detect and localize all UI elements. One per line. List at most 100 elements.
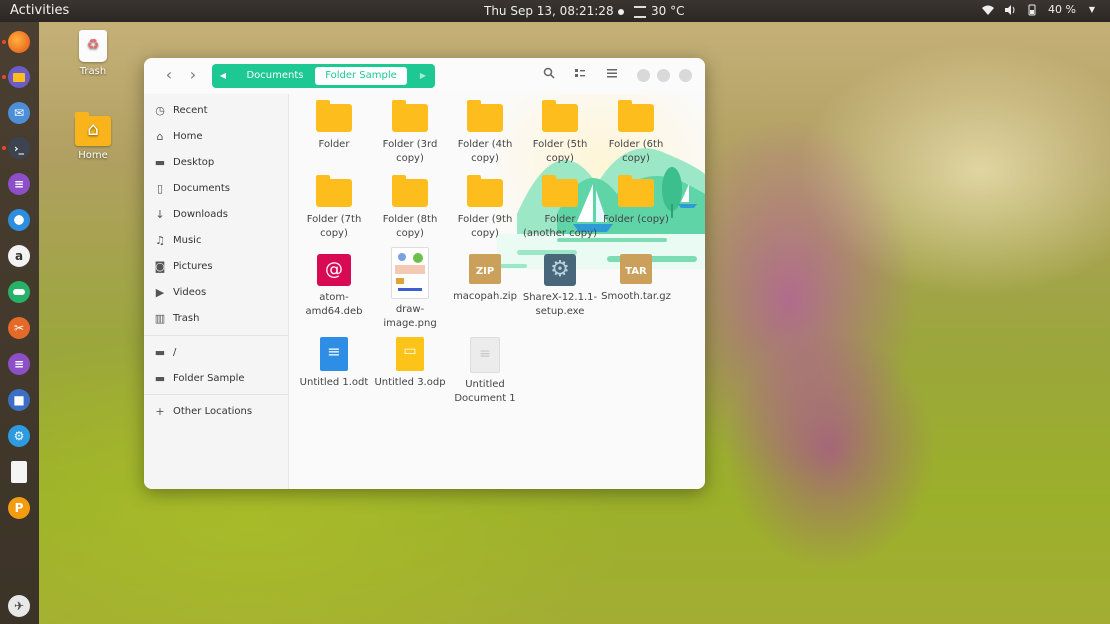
folder-icon — [316, 175, 352, 207]
terminal-icon[interactable]: ›_ — [8, 137, 30, 159]
toggle-app-icon[interactable] — [8, 281, 30, 303]
sidebar-item-music[interactable]: ♫ Music — [152, 230, 201, 250]
file-name: Untitled 1.odt — [299, 377, 369, 388]
search-button[interactable] — [541, 67, 557, 83]
text-file-icon[interactable] — [11, 461, 27, 483]
file-item[interactable]: ⚙ ShareX-12.1.1-setup.exe — [522, 254, 598, 319]
file-item[interactable]: @ atom-amd64.deb — [296, 254, 372, 319]
forward-button[interactable]: › — [184, 66, 202, 84]
file-item[interactable]: Folder (another copy) — [522, 175, 598, 241]
dock: ✉ ›_ ≡ a ✂ ≡ ■ ⚙ P ✈ — [0, 22, 39, 624]
sidebar-item-root[interactable]: ▬ / — [152, 342, 177, 362]
sidebar-item-pictures[interactable]: ◙ Pictures — [152, 256, 213, 276]
sidebar-item-documents[interactable]: ▯ Documents — [152, 178, 230, 198]
mail-icon[interactable]: ✉ — [8, 102, 30, 124]
sidebar-item-recent[interactable]: ◷ Recent — [152, 100, 207, 120]
folder-icon — [392, 175, 428, 207]
sidebar-item-label: Documents — [173, 182, 231, 194]
file-item[interactable]: Folder (8th copy) — [372, 175, 448, 241]
file-item[interactable]: Folder — [296, 100, 372, 152]
tools-icon[interactable]: ✂ — [8, 317, 30, 339]
view-mode-button[interactable] — [572, 67, 588, 83]
system-tray[interactable]: 40 % ▼ — [982, 3, 1098, 16]
amazon-icon[interactable]: a — [8, 245, 30, 267]
maximize-button[interactable] — [657, 69, 670, 82]
path-bar: ◀ Documents Folder Sample ▶ — [212, 64, 435, 88]
editor-icon[interactable]: ≡ — [8, 353, 30, 375]
path-scroll-right-icon[interactable]: ▶ — [416, 64, 430, 88]
plus-icon: + — [155, 404, 165, 418]
file-item[interactable]: Untitled Document 1 — [447, 337, 523, 406]
folder-icon — [467, 175, 503, 207]
desktop-home-label: Home — [78, 150, 108, 161]
video-icon: ▶ — [155, 285, 165, 299]
music-icon: ♫ — [155, 233, 165, 247]
text-document-icon — [320, 337, 348, 371]
weather-indicator[interactable]: 30 °C — [634, 4, 684, 18]
hamburger-icon — [607, 69, 617, 78]
activities-button[interactable]: Activities — [10, 3, 69, 18]
file-item[interactable]: Folder (5th copy) — [522, 100, 598, 166]
debian-package-icon: @ — [317, 254, 351, 286]
file-item[interactable]: Folder (7th copy) — [296, 175, 372, 241]
file-name: atom-amd64.deb — [305, 292, 363, 317]
path-segment-documents[interactable]: Documents — [240, 64, 310, 88]
file-item[interactable]: Folder (4th copy) — [447, 100, 523, 166]
running-indicator — [2, 75, 6, 79]
workspaces-icon[interactable]: ■ — [8, 389, 30, 411]
close-button[interactable] — [679, 69, 692, 82]
battery-text: 40 % — [1048, 3, 1076, 16]
file-item[interactable]: Folder (9th copy) — [447, 175, 523, 241]
camera-icon: ◙ — [154, 259, 166, 273]
list-view-icon — [575, 69, 585, 77]
desktop-trash[interactable]: Trash — [70, 30, 116, 77]
sidebar-item-desktop[interactable]: ▬ Desktop — [152, 152, 214, 172]
download-icon: ↓ — [155, 207, 165, 221]
sidebar-divider — [144, 335, 288, 336]
sidebar-item-home[interactable]: ⌂ Home — [152, 126, 203, 146]
clock-icon: ◷ — [155, 103, 165, 117]
notification-dot-icon — [617, 8, 624, 15]
minimize-button[interactable] — [637, 69, 650, 82]
folder-icon: ▬ — [154, 155, 166, 169]
image-thumbnail-icon — [391, 247, 429, 299]
tar-archive-icon: TAR — [620, 254, 652, 284]
file-item[interactable]: Folder (3rd copy) — [372, 100, 448, 166]
volume-icon — [1004, 4, 1016, 16]
zip-archive-icon: ZIP — [469, 254, 501, 284]
file-item[interactable]: Untitled 3.odp — [372, 337, 448, 390]
document-icon[interactable]: ≡ — [8, 173, 30, 195]
back-button[interactable]: ‹ — [160, 66, 178, 84]
pidgin-icon[interactable]: P — [8, 497, 30, 519]
file-name: Folder (5th copy) — [532, 139, 588, 164]
folder-icon — [618, 175, 654, 207]
sidebar-item-label: Folder Sample — [173, 372, 245, 384]
sidebar-item-folder-sample[interactable]: ▬ Folder Sample — [152, 368, 245, 388]
sidebar-item-other-locations[interactable]: + Other Locations — [152, 401, 252, 421]
rocket-icon[interactable]: ✈ — [8, 595, 30, 617]
file-item[interactable]: Untitled 1.odt — [296, 337, 372, 390]
sidebar-item-downloads[interactable]: ↓ Downloads — [152, 204, 228, 224]
menu-button[interactable] — [604, 67, 620, 83]
file-name: Folder (4th copy) — [457, 139, 513, 164]
sidebar-item-trash[interactable]: ▥ Trash — [152, 308, 200, 328]
settings-icon[interactable]: ⚙ — [8, 425, 30, 447]
file-item[interactable]: TAR Smooth.tar.gz — [598, 254, 674, 304]
path-segment-current[interactable]: Folder Sample — [315, 67, 407, 85]
chromium-icon[interactable] — [8, 209, 30, 231]
sidebar-item-videos[interactable]: ▶ Videos — [152, 282, 206, 302]
files-icon[interactable] — [8, 66, 30, 88]
clock[interactable]: Thu Sep 13, 08:21:28 — [484, 4, 624, 18]
file-name: Smooth.tar.gz — [601, 291, 671, 302]
file-item[interactable]: Folder (copy) — [598, 175, 674, 227]
firefox-icon[interactable] — [8, 31, 30, 53]
file-item[interactable]: draw-image.png — [372, 247, 448, 331]
file-view: Folder Folder (3rd copy) Folder (4th cop… — [289, 94, 705, 489]
file-name: Folder (9th copy) — [457, 214, 513, 239]
file-item[interactable]: ZIP macopah.zip — [447, 254, 523, 304]
path-scroll-left-icon[interactable]: ◀ — [216, 64, 230, 88]
file-item[interactable]: Folder (6th copy) — [598, 100, 674, 166]
folder-icon: ▬ — [154, 371, 166, 385]
desktop-home[interactable]: Home — [70, 112, 116, 161]
sidebar-item-label: Downloads — [173, 208, 228, 220]
